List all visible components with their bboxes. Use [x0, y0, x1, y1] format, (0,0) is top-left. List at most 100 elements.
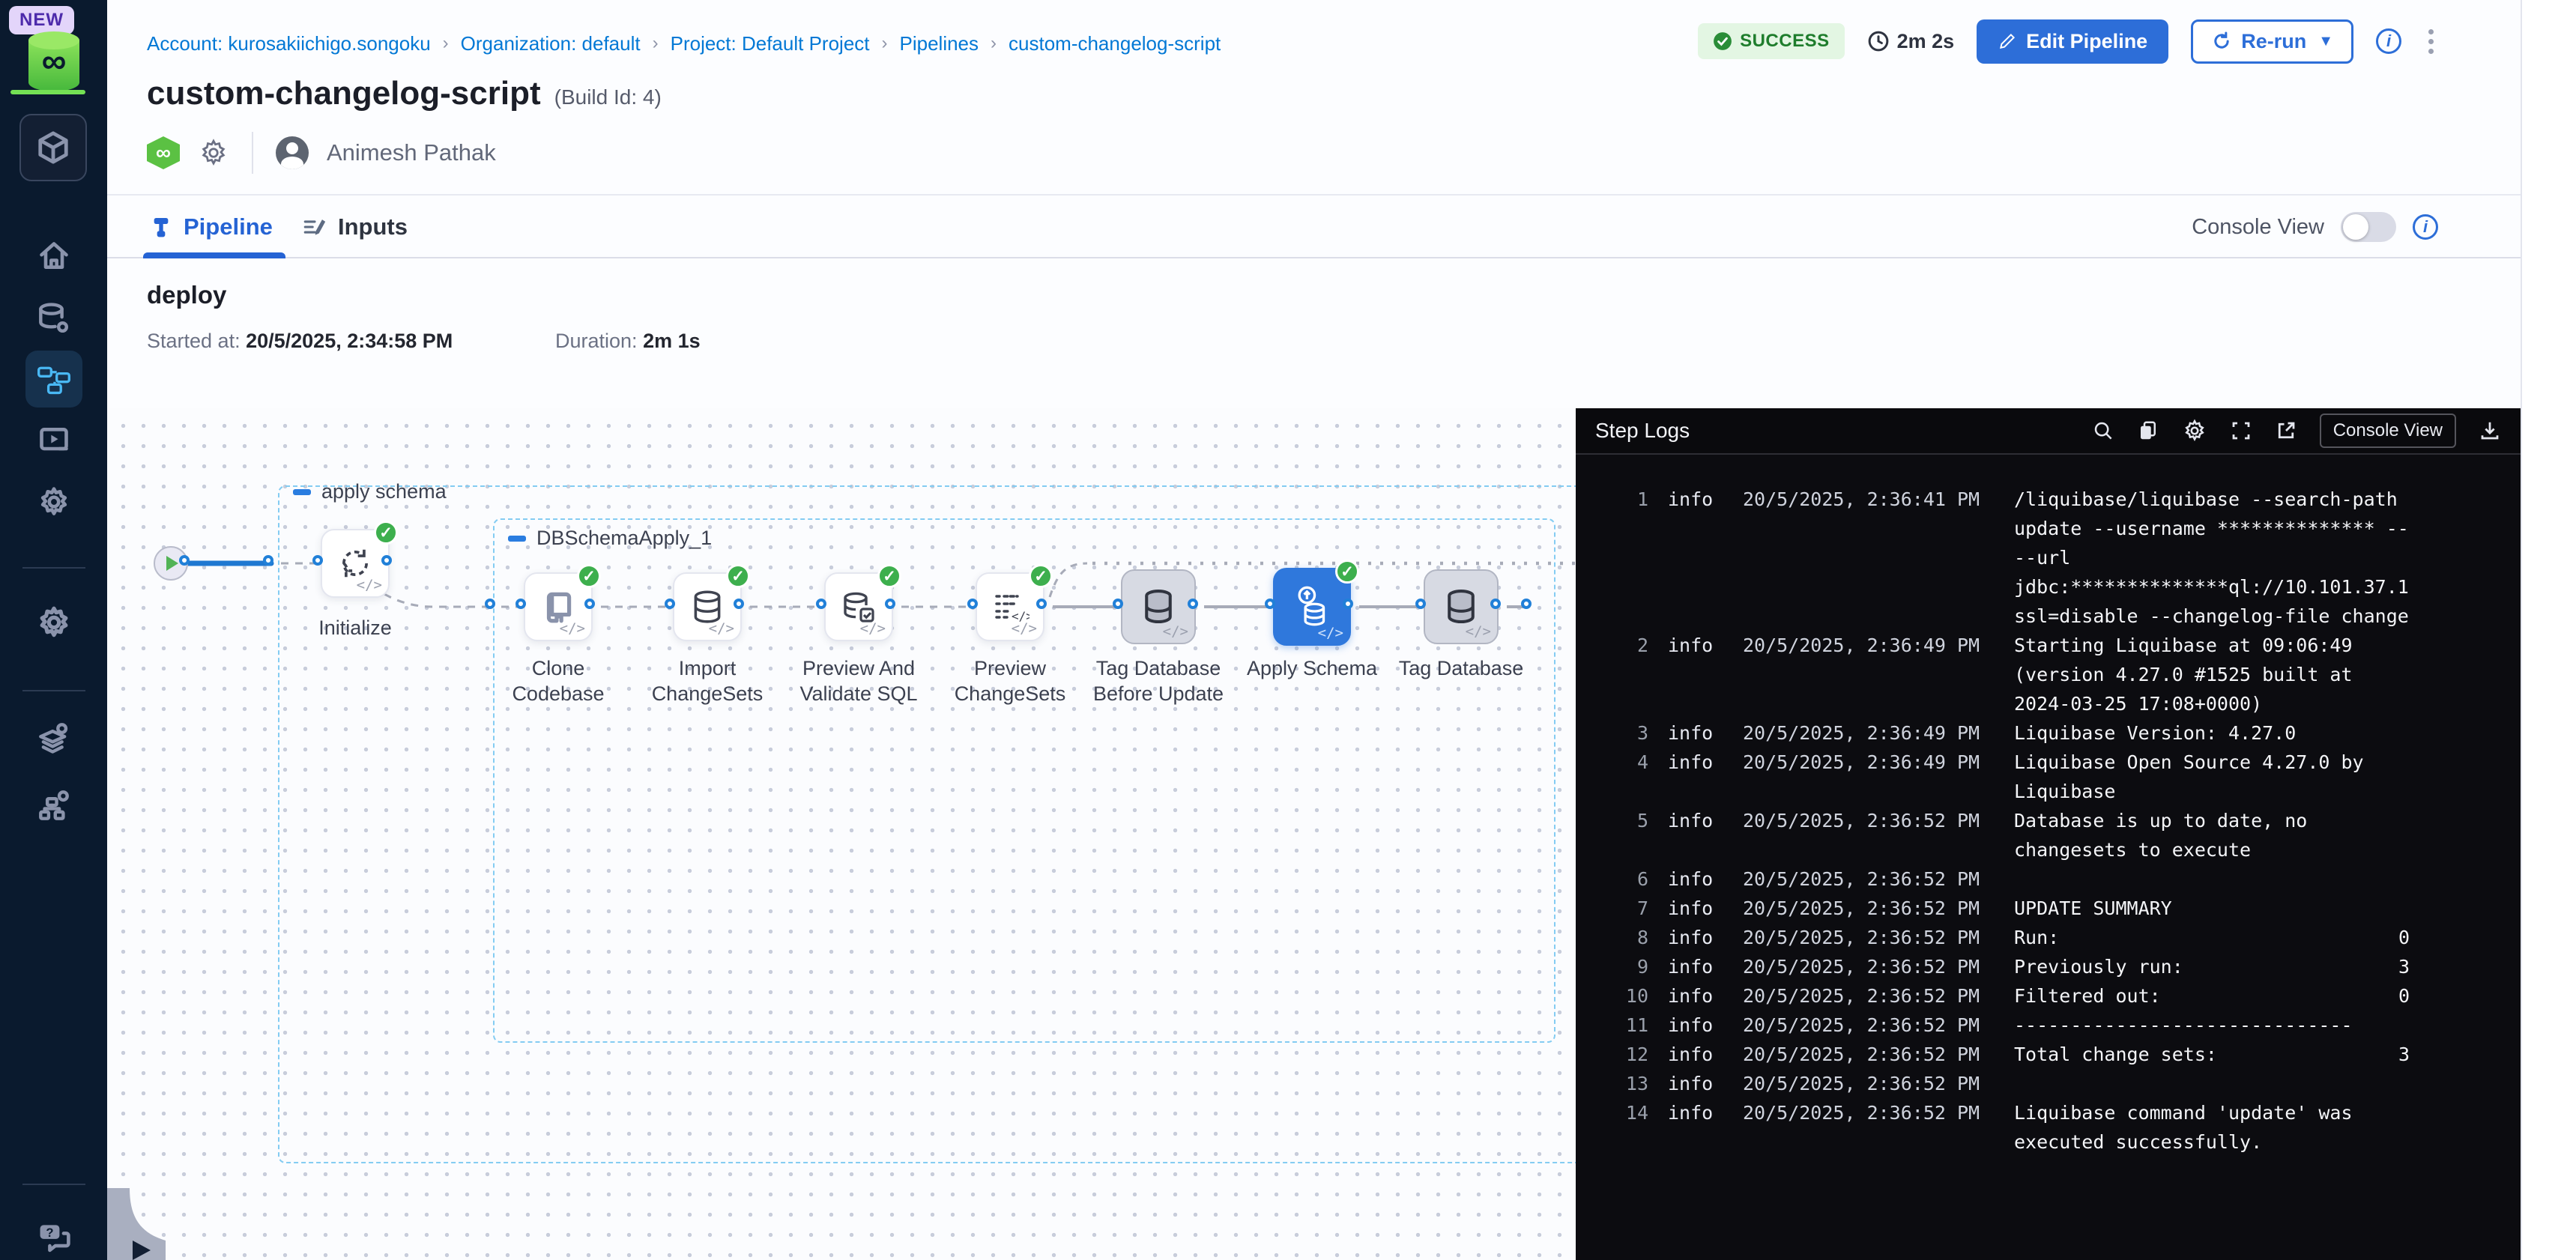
- copy-icon: [2137, 420, 2159, 442]
- log-line: 8info20/5/2025, 2:36:52 PM Run:0: [1617, 923, 2521, 952]
- sidebar-item-project-settings[interactable]: [0, 485, 107, 518]
- log-line: 1info20/5/2025, 2:36:41 PM /liquibase/li…: [1617, 485, 2521, 631]
- info-icon[interactable]: i: [2413, 214, 2438, 240]
- log-output[interactable]: 1info20/5/2025, 2:36:41 PM /liquibase/li…: [1576, 455, 2521, 1157]
- sidebar-item-settings[interactable]: [0, 604, 107, 641]
- breadcrumb-current[interactable]: custom-changelog-script: [1009, 32, 1221, 55]
- step-node-preview-validate-sql[interactable]: ✓ </>: [824, 572, 893, 641]
- connector-port[interactable]: [1265, 599, 1275, 609]
- node-label-clone-codebase: CloneCodebase: [476, 655, 641, 706]
- breadcrumb-pipelines[interactable]: Pipelines: [900, 32, 979, 55]
- connector-port[interactable]: [485, 599, 495, 609]
- connector-port[interactable]: [263, 555, 273, 566]
- log-download-button[interactable]: [2479, 420, 2501, 442]
- divider: [252, 132, 253, 174]
- author-name: Animesh Pathak: [327, 139, 496, 166]
- breadcrumb-organization[interactable]: Organization: default: [461, 32, 641, 55]
- log-line: 3info20/5/2025, 2:36:49 PM Liquibase Ver…: [1617, 718, 2521, 748]
- group-label-apply-schema[interactable]: apply schema: [293, 480, 447, 503]
- connector-port[interactable]: [312, 555, 323, 566]
- sidebar-item-infrastructure[interactable]: [0, 788, 107, 823]
- chevron-down-icon: ▼: [2318, 33, 2333, 50]
- code-glyph: </>: [560, 620, 585, 637]
- cube-icon: [36, 130, 70, 165]
- console-view-toggle-row: Console View i: [2192, 196, 2438, 258]
- connector-port[interactable]: [816, 599, 826, 609]
- connector-port[interactable]: [1036, 599, 1047, 609]
- log-search-button[interactable]: [2092, 420, 2114, 442]
- step-node-preview-changesets[interactable]: </> ✓ </>: [976, 572, 1044, 641]
- success-check-icon: ✓: [374, 521, 398, 545]
- info-icon[interactable]: i: [2376, 28, 2401, 54]
- breadcrumb-account[interactable]: Account: kurosakiichigo.songoku: [147, 32, 431, 55]
- page-scroll-gutter[interactable]: [2521, 0, 2576, 1260]
- step-node-initialize[interactable]: ✓ </>: [321, 529, 390, 598]
- group-label-dbschemaapply[interactable]: DBSchemaApply_1: [508, 527, 712, 550]
- help-button[interactable]: ?: [0, 1220, 107, 1256]
- connector-port[interactable]: [885, 599, 895, 609]
- log-line: 13info20/5/2025, 2:36:52 PM: [1617, 1069, 2521, 1098]
- success-check-icon: ✓: [1029, 564, 1053, 588]
- collapse-icon[interactable]: [293, 489, 311, 495]
- stage-name: deploy: [147, 281, 226, 309]
- connector-port[interactable]: [1188, 599, 1198, 609]
- console-view-toggle[interactable]: [2341, 212, 2396, 242]
- log-fullscreen-button[interactable]: [2230, 420, 2252, 442]
- connector-port[interactable]: [1490, 599, 1501, 609]
- more-options-button[interactable]: [2424, 25, 2438, 58]
- breadcrumb-separator: ›: [653, 33, 659, 54]
- sidebar-item-environments[interactable]: [0, 721, 107, 755]
- connector-port[interactable]: [665, 599, 675, 609]
- connector-port[interactable]: [1521, 599, 1532, 609]
- author-row: ∞ Animesh Pathak: [147, 132, 496, 174]
- connector-port[interactable]: [515, 599, 526, 609]
- step-node-apply-schema-selected[interactable]: ✓ </>: [1273, 568, 1351, 646]
- connector-port[interactable]: [381, 555, 392, 566]
- pipeline-settings-gear-icon[interactable]: [198, 137, 229, 169]
- code-glyph: </>: [1466, 623, 1491, 640]
- step-node-clone-codebase[interactable]: ✓ </>: [524, 572, 593, 641]
- step-node-tag-database[interactable]: </>: [1424, 569, 1499, 644]
- sidebar-item-home[interactable]: [0, 240, 107, 273]
- log-line: 6info20/5/2025, 2:36:52 PM: [1617, 864, 2521, 894]
- collapse-icon[interactable]: [508, 536, 526, 542]
- sidebar-divider: [22, 567, 85, 569]
- log-settings-button[interactable]: [2182, 418, 2207, 443]
- sidebar-item-executions[interactable]: [0, 424, 107, 457]
- expand-panel-handle[interactable]: [107, 1188, 166, 1260]
- sidebar-divider: [22, 690, 85, 691]
- connector-port[interactable]: [967, 599, 978, 609]
- connector-port[interactable]: [584, 599, 595, 609]
- harness-dbops-logo-icon[interactable]: ∞: [18, 30, 90, 93]
- step-node-import-changesets[interactable]: ✓ </>: [673, 572, 742, 641]
- code-glyph: </>: [860, 620, 886, 637]
- tab-inputs[interactable]: Inputs: [302, 196, 408, 258]
- stage-duration: Duration: 2m 1s: [555, 330, 701, 353]
- node-label-initialize: Initialize: [273, 615, 438, 640]
- status-badge: SUCCESS: [1698, 23, 1845, 59]
- clock-icon: [1867, 30, 1890, 52]
- breadcrumb-project[interactable]: Project: Default Project: [671, 32, 870, 55]
- connector-port[interactable]: [1343, 599, 1353, 609]
- database-icon: [1138, 587, 1179, 627]
- success-check-icon: ✓: [577, 564, 601, 588]
- success-check-icon: ✓: [877, 564, 901, 588]
- connector-port[interactable]: [734, 599, 744, 609]
- node-label-apply-schema: Apply Schema: [1230, 655, 1394, 681]
- connector-port[interactable]: [1415, 599, 1426, 609]
- log-copy-button[interactable]: [2137, 420, 2159, 442]
- console-view-button[interactable]: Console View: [2320, 414, 2456, 448]
- sidebar-item-pipelines-active[interactable]: [25, 351, 82, 408]
- edit-pipeline-button[interactable]: Edit Pipeline: [1977, 19, 2168, 64]
- total-duration-text: 2m 2s: [1897, 30, 1955, 53]
- rerun-button[interactable]: Re-run ▼: [2191, 19, 2353, 64]
- log-open-external-button[interactable]: [2275, 420, 2297, 442]
- connector-port[interactable]: [179, 555, 190, 566]
- sidebar-item-databases[interactable]: [0, 301, 107, 336]
- tab-pipeline[interactable]: Pipeline: [149, 196, 273, 258]
- step-node-tag-database-before-update[interactable]: </>: [1121, 569, 1196, 644]
- pipeline-canvas[interactable]: apply schema DBSchemaApply_1 ✓ </> Initi…: [107, 408, 1683, 1260]
- connector-port[interactable]: [1113, 599, 1123, 609]
- module-selector[interactable]: [19, 114, 87, 181]
- refresh-icon: [2211, 31, 2232, 52]
